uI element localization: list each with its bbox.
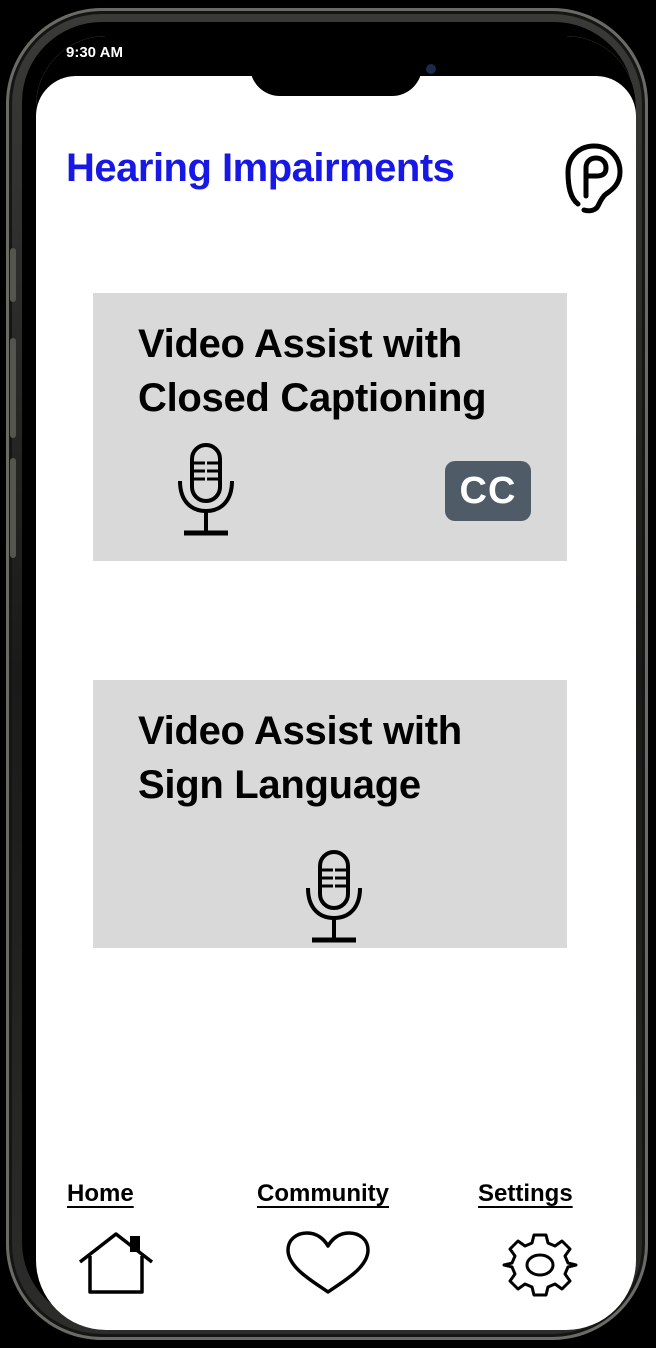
tab-home[interactable]: Home — [67, 1180, 134, 1208]
app-screen: 9:30 AM Hearing Impairments Video Assist… — [36, 36, 636, 1330]
camera-icon — [426, 64, 436, 74]
microphone-icon — [178, 443, 234, 536]
microphone-icon — [306, 850, 362, 943]
mute-switch — [10, 248, 16, 302]
sign-language-card[interactable]: Video Assist with Sign Language — [93, 680, 567, 948]
closed-captioning-card[interactable]: Video Assist with Closed Captioning CC — [93, 293, 567, 561]
cc-icon: CC — [445, 461, 531, 521]
tab-community[interactable]: Community — [257, 1180, 389, 1208]
volume-up-button — [10, 338, 16, 438]
notch — [250, 36, 422, 96]
card-title: Video Assist with Closed Captioning — [138, 317, 558, 425]
ear-logo-icon[interactable] — [564, 142, 624, 214]
card-title: Video Assist with Sign Language — [138, 704, 558, 812]
status-time: 9:30 AM — [66, 44, 123, 61]
card-title-line1: Video Assist with — [138, 709, 462, 753]
volume-down-button — [10, 458, 16, 558]
gear-icon[interactable] — [497, 1232, 583, 1298]
home-icon[interactable] — [74, 1230, 158, 1296]
heart-icon[interactable] — [284, 1230, 372, 1296]
card-title-line1: Video Assist with — [138, 322, 462, 366]
card-title-line2: Closed Captioning — [138, 376, 487, 420]
card-title-line2: Sign Language — [138, 763, 421, 807]
tab-settings[interactable]: Settings — [478, 1180, 573, 1208]
page-title: Hearing Impairments — [66, 146, 455, 190]
